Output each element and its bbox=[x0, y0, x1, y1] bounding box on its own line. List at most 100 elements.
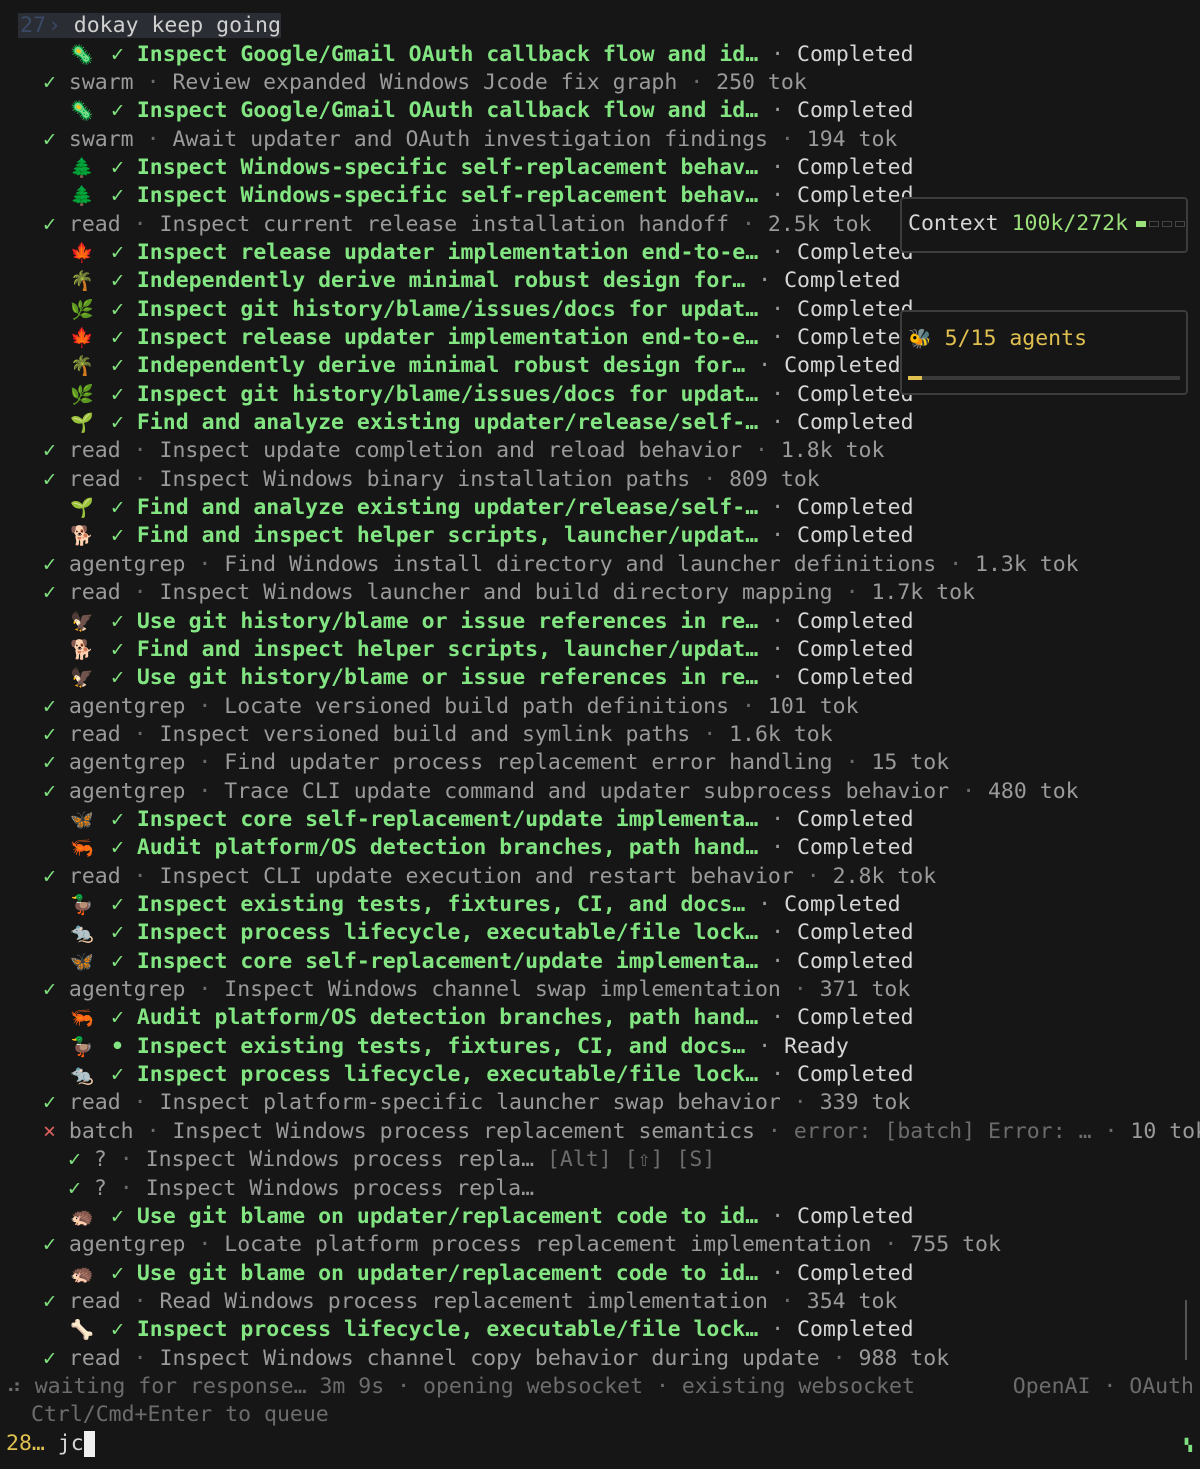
tool-row[interactable]: ✓ agentgrep · Find Windows install direc… bbox=[43, 551, 1079, 579]
prompt-chevron-icon: › bbox=[47, 13, 61, 38]
agent-status: Completed bbox=[784, 268, 901, 294]
sub-row[interactable]: ✓ ? · Inspect Windows process repla… bbox=[68, 1175, 534, 1203]
token-count: 1.6k tok bbox=[729, 721, 833, 747]
tool-row[interactable]: ✓ swarm · Await updater and OAuth invest… bbox=[43, 126, 897, 154]
agent-row[interactable]: 🦋 ✓ Inspect core self-replacement/update… bbox=[66, 948, 913, 976]
agent-status: Completed bbox=[797, 1005, 914, 1031]
tool-row[interactable]: ✓ read · Inspect Windows channel copy be… bbox=[43, 1345, 949, 1373]
tool-row[interactable]: ✓ agentgrep · Trace CLI update command a… bbox=[43, 778, 1079, 806]
agent-row[interactable]: 🍁 ✓ Inspect release updater implementati… bbox=[66, 239, 913, 267]
check-icon: ✓ bbox=[43, 438, 56, 464]
tool-row[interactable]: ✓ swarm · Review expanded Windows Jcode … bbox=[43, 69, 807, 97]
agent-row[interactable]: 🦠 ✓ Inspect Google/Gmail OAuth callback … bbox=[66, 97, 914, 125]
check-icon: ✓ bbox=[110, 381, 124, 407]
tool-description: Inspect Windows launcher and build direc… bbox=[159, 580, 833, 606]
spinner-icon: ⠴ bbox=[6, 1374, 22, 1399]
token-count: 101 tok bbox=[767, 693, 859, 719]
tool-row[interactable]: ✓ read · Inspect Windows binary installa… bbox=[43, 466, 820, 494]
agent-row[interactable]: 🌴 ✓ Independently derive minimal robust … bbox=[66, 352, 901, 380]
tool-name: agentgrep bbox=[68, 750, 186, 776]
tool-row[interactable]: ✓ read · Inspect Windows launcher and bu… bbox=[43, 579, 975, 607]
tool-name: swarm bbox=[68, 69, 134, 95]
agent-row[interactable]: 🦴 ✓ Inspect process lifecycle, executabl… bbox=[66, 1316, 913, 1344]
tool-description: Inspect Windows process replacement sema… bbox=[172, 1118, 755, 1144]
token-count: 755 tok bbox=[910, 1232, 1001, 1258]
agent-row[interactable]: 🍁 ✓ Inspect release updater implementati… bbox=[66, 324, 913, 352]
tool-row[interactable]: ✓ read · Inspect versioned build and sym… bbox=[43, 721, 833, 749]
agent-row[interactable]: 🌲 ✓ Inspect Windows-specific self-replac… bbox=[66, 182, 913, 210]
token-count: 10 tok bbox=[1130, 1118, 1200, 1144]
agent-row[interactable]: 🌱 ✓ Find and analyze existing updater/re… bbox=[66, 494, 913, 522]
agent-row[interactable]: 🦔 ✓ Use git blame on updater/replacement… bbox=[66, 1260, 914, 1288]
tool-row[interactable]: ✓ read · Inspect current release install… bbox=[43, 211, 871, 239]
agent-row[interactable]: 🦋 ✓ Inspect core self-replacement/update… bbox=[66, 806, 913, 834]
agent-status: Completed bbox=[797, 296, 914, 322]
tool-name: read bbox=[68, 580, 121, 606]
agent-row[interactable]: 🐕 ✓ Find and inspect helper scripts, lau… bbox=[66, 636, 913, 664]
tool-name: read bbox=[68, 1345, 121, 1371]
context-meter bbox=[1136, 221, 1186, 227]
check-icon: ✓ bbox=[43, 977, 56, 1003]
agent-status: Completed bbox=[784, 353, 901, 379]
tool-row[interactable]: ✓ agentgrep · Locate platform process re… bbox=[43, 1231, 1001, 1259]
agent-row[interactable]: 🌱 ✓ Find and analyze existing updater/re… bbox=[66, 409, 913, 437]
check-icon: ✓ bbox=[43, 126, 56, 152]
agent-emoji-icon: 🦠 bbox=[70, 43, 94, 66]
agent-row[interactable]: 🌿 ✓ Inspect git history/blame/issues/doc… bbox=[66, 381, 913, 409]
tool-row[interactable]: ✓ agentgrep · Inspect Windows channel sw… bbox=[43, 976, 910, 1004]
sub-row[interactable]: ✓ ? · Inspect Windows process repla… [Al… bbox=[68, 1146, 715, 1174]
agent-row[interactable]: 🦐 ✓ Audit platform/OS detection branches… bbox=[66, 1004, 914, 1032]
check-icon: ✓ bbox=[110, 608, 124, 634]
agent-row[interactable]: 🐕 ✓ Find and inspect helper scripts, lau… bbox=[66, 522, 913, 550]
check-icon: ✓ bbox=[110, 98, 124, 124]
error-row[interactable]: × batch · Inspect Windows process replac… bbox=[43, 1118, 1200, 1146]
agent-title: Inspect process lifecycle, executable/fi… bbox=[136, 1062, 759, 1088]
agent-title: Use git blame on updater/replacement cod… bbox=[136, 1203, 759, 1229]
agent-row[interactable]: 🌴 ✓ Independently derive minimal robust … bbox=[66, 267, 901, 295]
check-icon: ✓ bbox=[43, 1232, 56, 1258]
check-icon: ✓ bbox=[110, 920, 124, 946]
tool-row[interactable]: ✓ agentgrep · Find updater process repla… bbox=[43, 749, 949, 777]
agent-title: Inspect existing tests, fixtures, CI, an… bbox=[136, 892, 746, 917]
check-icon: ✓ bbox=[110, 665, 124, 691]
agent-emoji-icon: 🌿 bbox=[70, 383, 94, 406]
agent-emoji-icon: 🦔 bbox=[70, 1205, 94, 1228]
agent-title: Inspect Windows-specific self-replacemen… bbox=[136, 183, 759, 209]
input-field[interactable]: jc bbox=[45, 1431, 84, 1456]
agent-row[interactable]: 🐀 ✓ Inspect process lifecycle, executabl… bbox=[66, 919, 913, 947]
tool-description: Inspect Windows channel swap implementat… bbox=[224, 977, 781, 1003]
tool-row[interactable]: ✓ read · Inspect platform-specific launc… bbox=[43, 1089, 910, 1117]
agent-status: Completed bbox=[797, 1260, 914, 1286]
agent-status: Completed bbox=[797, 98, 914, 124]
tool-name: read bbox=[68, 1090, 121, 1116]
scrollbar-thumb[interactable] bbox=[1185, 1300, 1187, 1360]
tool-row[interactable]: ✓ read · Read Windows process replacemen… bbox=[43, 1288, 897, 1316]
tool-description: Find updater process replacement error h… bbox=[224, 750, 833, 776]
tool-name: ? bbox=[93, 1147, 107, 1173]
agent-row[interactable]: 🦐 ✓ Audit platform/OS detection branches… bbox=[66, 834, 913, 862]
agent-row[interactable]: 🦆 ✓ Inspect existing tests, fixtures, CI… bbox=[66, 891, 900, 919]
agent-title: Inspect core self-replacement/update imp… bbox=[136, 948, 759, 974]
agent-row[interactable]: 🦠 ✓ Inspect Google/Gmail OAuth callback … bbox=[66, 41, 913, 69]
agent-row[interactable]: 🌲 ✓ Inspect Windows-specific self-replac… bbox=[66, 154, 913, 182]
agent-emoji-icon: 🌱 bbox=[70, 412, 94, 435]
agent-row[interactable]: 🐀 ✓ Inspect process lifecycle, executabl… bbox=[66, 1061, 914, 1089]
agent-status: Completed bbox=[797, 1062, 914, 1088]
agent-row[interactable]: 🦅 ✓ Use git history/blame or issue refer… bbox=[66, 664, 913, 692]
agents-progress-bar bbox=[908, 376, 1180, 380]
tool-name: agentgrep bbox=[68, 693, 186, 719]
agent-title: Inspect release updater implementation e… bbox=[136, 325, 759, 350]
tool-description: Review expanded Windows Jcode fix graph bbox=[172, 69, 678, 95]
input-line[interactable]: 28… jc bbox=[6, 1430, 95, 1458]
check-icon: ✓ bbox=[110, 154, 124, 180]
tool-row[interactable]: ✓ read · Inspect CLI update execution an… bbox=[43, 863, 936, 891]
tool-row[interactable]: ✓ read · Inspect update completion and r… bbox=[43, 437, 884, 465]
pending-dot-icon: • bbox=[110, 1033, 124, 1059]
agent-row[interactable]: 🦆 • Inspect existing tests, fixtures, CI… bbox=[66, 1033, 849, 1061]
agent-row[interactable]: 🌿 ✓ Inspect git history/blame/issues/doc… bbox=[66, 296, 914, 324]
agent-row[interactable]: 🦔 ✓ Use git blame on updater/replacement… bbox=[66, 1203, 913, 1231]
agent-row[interactable]: 🦅 ✓ Use git history/blame or issue refer… bbox=[66, 608, 913, 636]
tool-row[interactable]: ✓ agentgrep · Locate versioned build pat… bbox=[43, 693, 859, 721]
token-count: 250 tok bbox=[716, 69, 807, 95]
agent-emoji-icon: 🌲 bbox=[70, 156, 94, 179]
